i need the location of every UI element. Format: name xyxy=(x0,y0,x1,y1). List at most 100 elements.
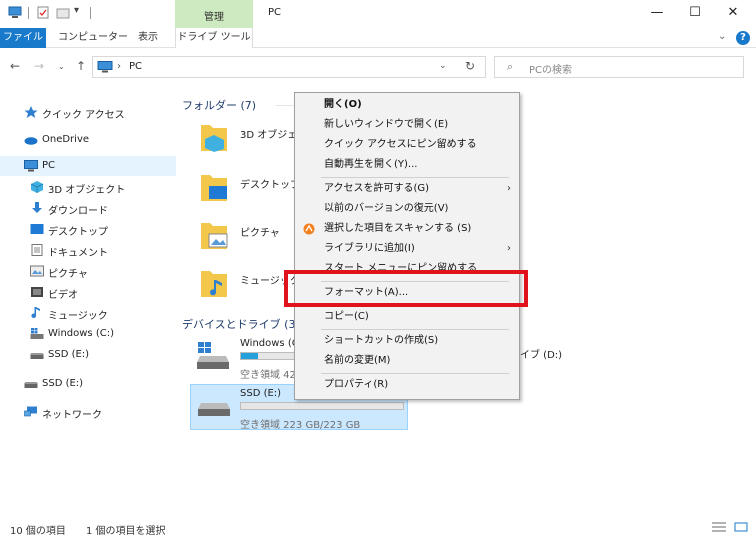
title-bar: ▾ 管理 PC — ☐ ✕ xyxy=(0,0,756,28)
breadcrumb-pc[interactable]: PC xyxy=(129,61,142,72)
sidebar-item-pc[interactable]: PC xyxy=(0,156,176,176)
sidebar-item-videos[interactable]: ビデオ xyxy=(0,282,176,302)
new-folder-icon[interactable] xyxy=(56,6,70,19)
menu-item-label: アクセスを許可する(G) xyxy=(324,183,430,194)
menu-item-copy[interactable]: コピー(C) xyxy=(295,307,519,327)
sidebar-item-quick-access[interactable]: クイック アクセス xyxy=(0,102,176,122)
menu-item-label: ショートカットの作成(S) xyxy=(324,335,439,346)
menu-item-pin-quick-access[interactable]: クイック アクセスにピン留めする xyxy=(295,135,519,155)
menu-item-open-autoplay[interactable]: 自動再生を開く(Y)... xyxy=(295,155,519,175)
minimize-button[interactable]: — xyxy=(642,3,672,23)
sidebar-item-3d-objects[interactable]: 3D オブジェクト xyxy=(0,177,176,197)
sidebar-item-label: PC xyxy=(42,160,56,171)
menu-item-give-access[interactable]: アクセスを許可する(G) › xyxy=(295,179,519,199)
sidebar-item-label: ダウンロード xyxy=(48,206,108,217)
3d-objects-folder-icon xyxy=(201,125,227,152)
sidebar-item-pictures[interactable]: ピクチャ xyxy=(0,261,176,281)
properties-icon[interactable] xyxy=(36,6,50,19)
drive-usage-bar xyxy=(240,352,300,360)
pc-icon xyxy=(97,61,113,73)
menu-item-properties[interactable]: プロパティ(R) xyxy=(295,375,519,395)
drive-name: SSD (E:) xyxy=(240,388,282,399)
forward-button[interactable]: → xyxy=(34,59,44,73)
menu-item-rename[interactable]: 名前の変更(M) xyxy=(295,351,519,371)
drive-name-d[interactable]: イブ (D:) xyxy=(520,346,562,361)
pictures-folder-icon xyxy=(201,223,228,249)
drive-usage-fill xyxy=(241,353,259,359)
menu-item-create-shortcut[interactable]: ショートカットの作成(S) xyxy=(295,331,519,351)
sidebar-item-music[interactable]: ミュージック xyxy=(0,303,176,323)
group-header-folders[interactable]: フォルダー (7) xyxy=(182,97,256,113)
close-button[interactable]: ✕ xyxy=(718,3,748,23)
pc-icon[interactable] xyxy=(8,6,22,19)
help-icon[interactable]: ? xyxy=(736,31,750,45)
navigation-pane: クイック アクセス OneDrive PC 3D オブジェクト ダウンロード デ… xyxy=(0,86,176,516)
menu-item-add-to-library[interactable]: ライブラリに追加(I) › xyxy=(295,239,519,259)
sidebar-item-label: SSD (E:) xyxy=(48,349,90,360)
sidebar-item-label: ビデオ xyxy=(48,290,78,301)
pictures-icon xyxy=(30,265,44,277)
star-icon xyxy=(24,106,38,118)
menu-item-label: コピー(C) xyxy=(324,311,369,322)
maximize-button[interactable]: ☐ xyxy=(680,3,710,23)
sidebar-item-desktop[interactable]: デスクトップ xyxy=(0,219,176,239)
refresh-icon[interactable]: ↻ xyxy=(465,59,475,73)
drive-name: Windows (C xyxy=(240,338,299,349)
search-placeholder: PCの検索 xyxy=(529,65,573,76)
folder-label[interactable]: デスクトップ xyxy=(240,176,300,191)
menu-item-label: 選択した項目をスキャンする (S) xyxy=(324,223,472,234)
windows-drive-icon xyxy=(197,342,229,369)
menu-item-open[interactable]: 開く(O) xyxy=(295,95,519,115)
search-icon: ⌕ xyxy=(507,60,514,73)
sidebar-item-network[interactable]: ネットワーク xyxy=(0,402,176,422)
up-button[interactable]: ↑ xyxy=(76,59,86,73)
details-view-icon[interactable] xyxy=(712,522,726,532)
sidebar-item-label: 3D オブジェクト xyxy=(48,185,126,196)
menu-item-scan[interactable]: 選択した項目をスキャンする (S) xyxy=(295,219,519,239)
sidebar-item-label: ドキュメント xyxy=(48,248,108,259)
tab-computer[interactable]: コンピューター xyxy=(58,28,128,48)
manage-tab-label: 管理 xyxy=(204,12,224,23)
large-icons-view-icon[interactable] xyxy=(734,522,748,532)
separator xyxy=(28,7,29,19)
back-button[interactable]: ← xyxy=(10,59,20,73)
download-icon xyxy=(32,202,42,213)
menu-item-restore-previous[interactable]: 以前のバージョンの復元(V) xyxy=(295,199,519,219)
folder-label[interactable]: ピクチャ xyxy=(240,224,280,239)
sidebar-item-downloads[interactable]: ダウンロード xyxy=(0,198,176,218)
address-bar[interactable]: › PC ⌄ ↻ xyxy=(92,56,486,78)
sidebar-item-label: クイック アクセス xyxy=(42,110,125,121)
tab-file[interactable]: ファイル xyxy=(0,28,46,48)
drive-free-space: 空き領域 223 GB/223 GB xyxy=(240,420,361,431)
search-input[interactable]: ⌕ PCの検索 xyxy=(494,56,744,78)
sidebar-item-ssd-e-root[interactable]: SSD (E:) xyxy=(0,374,176,394)
sidebar-item-windows-c[interactable]: Windows (C:) xyxy=(0,324,176,344)
group-header-devices[interactable]: デバイスとドライブ (3) xyxy=(182,316,300,332)
sidebar-item-label: Windows (C:) xyxy=(48,328,114,339)
menu-separator xyxy=(321,373,509,374)
separator xyxy=(90,7,91,19)
sidebar-item-onedrive[interactable]: OneDrive xyxy=(0,130,176,150)
sidebar-item-label: ミュージック xyxy=(48,311,108,322)
pc-icon xyxy=(24,160,38,172)
menu-item-label: 開く(O) xyxy=(324,99,362,110)
menu-item-label: 新しいウィンドウで開く(E) xyxy=(324,119,449,130)
drive-usage-bar xyxy=(240,402,404,410)
tab-view[interactable]: 表示 xyxy=(138,28,158,48)
menu-item-open-new-window[interactable]: 新しいウィンドウで開く(E) xyxy=(295,115,519,135)
drive-tile-windows-c[interactable]: Windows (C 空き領域 42 xyxy=(190,334,300,381)
sidebar-item-ssd-e[interactable]: SSD (E:) xyxy=(0,345,176,365)
sidebar-item-label: デスクトップ xyxy=(48,227,108,238)
drive-icon xyxy=(24,382,38,388)
address-dropdown-icon[interactable]: ⌄ xyxy=(439,61,447,71)
customize-quick-access-dropdown[interactable]: ▾ xyxy=(74,5,88,18)
recent-locations-button[interactable]: ⌄ xyxy=(58,62,65,71)
sidebar-item-label: OneDrive xyxy=(42,134,90,145)
network-icon xyxy=(24,406,37,417)
tab-drive-tools[interactable]: ドライブ ツール xyxy=(175,28,253,48)
expand-ribbon-icon[interactable]: ⌄ xyxy=(718,31,726,42)
menu-item-label: 自動再生を開く(Y)... xyxy=(324,159,418,170)
breadcrumb-separator[interactable]: › xyxy=(117,61,121,72)
sidebar-item-documents[interactable]: ドキュメント xyxy=(0,240,176,260)
menu-item-label: プロパティ(R) xyxy=(324,379,389,390)
